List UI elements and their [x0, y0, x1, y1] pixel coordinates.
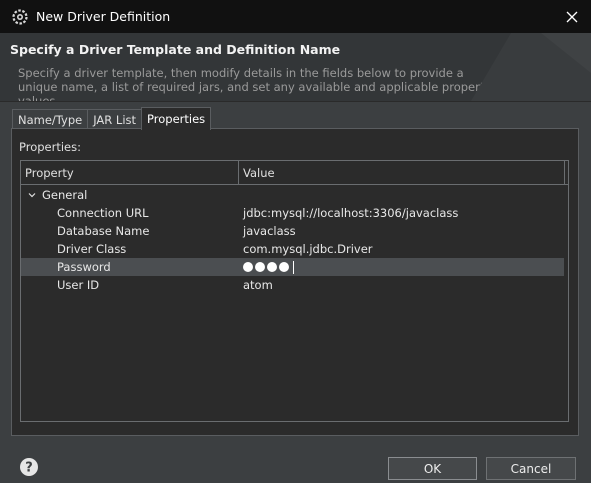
tab-name-type[interactable]: Name/Type: [12, 109, 89, 130]
property-name: User ID: [57, 278, 100, 292]
svg-text:?: ?: [25, 461, 33, 476]
help-icon[interactable]: ?: [19, 457, 39, 477]
table-row-selected[interactable]: Password: [21, 258, 564, 276]
header-banner-art: [471, 33, 591, 101]
table-header: Property Value: [21, 161, 568, 185]
wizard-header: Specify a Driver Template and Definition…: [0, 33, 591, 102]
property-name: Password: [57, 260, 111, 274]
header-title: Specify a Driver Template and Definition…: [10, 42, 341, 57]
ok-button[interactable]: OK: [388, 457, 477, 480]
title-bar: New Driver Definition: [0, 0, 591, 33]
tab-jar-list[interactable]: JAR List: [87, 109, 143, 130]
table-row[interactable]: Connection URL jdbc:mysql://localhost:33…: [21, 204, 568, 222]
table-row[interactable]: Driver Class com.mysql.jdbc.Driver: [21, 240, 568, 258]
group-label: General: [42, 188, 88, 202]
password-input[interactable]: [243, 260, 564, 274]
property-name: Driver Class: [57, 242, 127, 256]
column-header-value[interactable]: Value: [239, 161, 565, 184]
property-value[interactable]: javaclass: [243, 224, 568, 238]
property-value[interactable]: atom: [243, 278, 568, 292]
property-name: Database Name: [57, 224, 150, 238]
close-icon[interactable]: [561, 6, 583, 28]
password-mask: [243, 260, 564, 274]
window-title: New Driver Definition: [36, 9, 171, 24]
property-value[interactable]: jdbc:mysql://localhost:3306/javaclass: [243, 206, 568, 220]
table-row[interactable]: User ID atom: [21, 276, 568, 294]
text-caret: [293, 260, 294, 274]
properties-tab-panel: Properties: Property Value General Conne…: [11, 128, 579, 436]
properties-label: Properties:: [19, 140, 81, 154]
table-row[interactable]: Database Name javaclass: [21, 222, 568, 240]
property-value[interactable]: com.mysql.jdbc.Driver: [243, 242, 568, 256]
tab-strip: Name/Type JAR List Properties: [12, 107, 212, 130]
chevron-down-icon[interactable]: [27, 190, 37, 200]
cancel-button[interactable]: Cancel: [486, 457, 576, 480]
column-header-property[interactable]: Property: [21, 161, 239, 184]
table-body: General Connection URL jdbc:mysql://loca…: [21, 186, 568, 294]
gear-icon: [12, 8, 28, 25]
tree-group-general[interactable]: General: [21, 186, 568, 204]
tab-properties[interactable]: Properties: [141, 107, 212, 130]
properties-table: Property Value General Connection URL jd…: [20, 160, 569, 422]
property-name: Connection URL: [57, 206, 149, 220]
header-description: Specify a driver template, then modify d…: [18, 66, 492, 102]
